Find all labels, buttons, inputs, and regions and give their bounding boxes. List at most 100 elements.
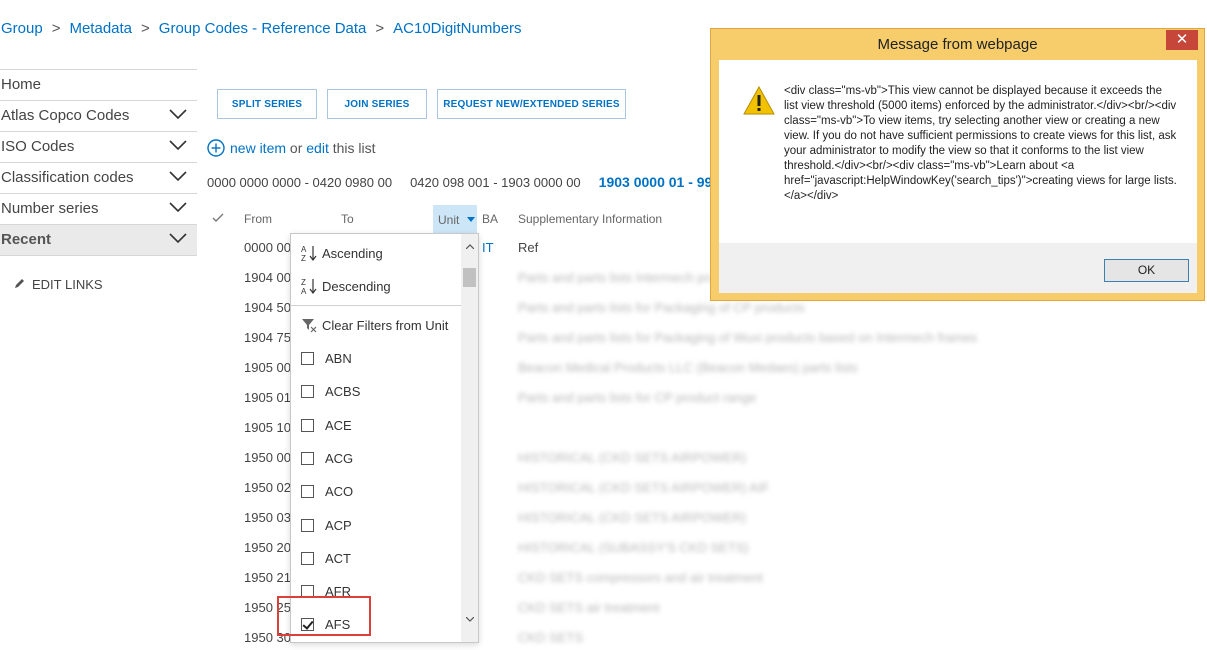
filter-option-label: ACE — [325, 417, 352, 433]
dropdown-scrollbar[interactable] — [461, 234, 478, 642]
filter-option-acbs[interactable]: ACBS — [301, 384, 360, 404]
row-ba-cell: IT — [482, 240, 494, 255]
nav-item-label: Home — [1, 76, 42, 93]
close-button[interactable]: ✕ — [1166, 30, 1198, 50]
column-header-ba[interactable]: BA — [482, 212, 498, 226]
filter-option-acp[interactable]: ACP — [301, 518, 352, 538]
chevron-down-icon[interactable] — [169, 138, 187, 152]
nav-item-atlas-copco-codes[interactable]: Atlas Copco Codes — [0, 101, 197, 132]
nav-item-label: Number series — [1, 200, 99, 217]
nav-item-label: Recent — [1, 231, 52, 248]
breadcrumb-separator: > — [51, 20, 61, 37]
nav-item-iso-codes[interactable]: ISO Codes — [0, 132, 197, 163]
ok-button[interactable]: OK — [1104, 259, 1189, 282]
column-header-unit[interactable]: Unit — [433, 205, 477, 233]
checkbox[interactable] — [301, 485, 314, 499]
nav-item-recent[interactable]: Recent — [0, 225, 197, 256]
series-view-2[interactable]: 0420 098 001 - 1903 0000 00 — [410, 175, 581, 190]
clear-filters-item[interactable]: Clear Filters from Unit — [301, 316, 448, 336]
warning-icon — [743, 86, 775, 115]
breadcrumb: Group > Metadata > Group Codes - Reference D… — [1, 20, 522, 37]
chevron-down-icon[interactable] — [169, 169, 187, 183]
filter-option-act[interactable]: ACT — [301, 551, 351, 571]
row-supplementary-cell: Parts and parts lists for Packaging of W… — [518, 330, 978, 345]
scroll-down-arrow-icon[interactable] — [466, 617, 474, 622]
filter-option-ace[interactable]: ACE — [301, 418, 352, 438]
message-dialog: Message from webpage ✕ <div class="ms-vb… — [710, 28, 1205, 301]
checkbox[interactable] — [301, 352, 314, 365]
series-view-1[interactable]: 0000 0000 0000 - 0420 0980 00 — [207, 175, 392, 190]
row-supplementary-cell: CKD SETS compressors and air treatment — [518, 570, 763, 585]
checkbox[interactable] — [301, 518, 314, 532]
checkbox[interactable] — [301, 418, 314, 432]
request-series-button[interactable]: REQUEST NEW/EXTENDED SERIES — [437, 89, 626, 119]
row-supplementary-cell: HISTORICAL (CKD SETS AIRPOWER) — [518, 450, 747, 465]
svg-text:Z: Z — [301, 254, 306, 262]
nav-item-label: Atlas Copco Codes — [1, 107, 130, 124]
sort-ascending-icon: AZ — [301, 245, 317, 262]
row-supplementary-cell: Parts and parts lists Intermech pro — [518, 270, 716, 285]
filter-option-aco[interactable]: ACO — [301, 484, 353, 504]
svg-text:Z: Z — [301, 278, 306, 287]
sort-descending-icon: ZA — [301, 278, 317, 295]
column-header-unit-label: Unit — [438, 213, 460, 227]
row-supplementary-cell: CKD SETS — [518, 630, 584, 645]
new-item-link[interactable]: new item — [230, 140, 286, 156]
chevron-down-icon[interactable] — [169, 107, 187, 121]
column-header-supplementary[interactable]: Supplementary Information — [518, 212, 662, 226]
nav-item-label: Classification codes — [1, 169, 134, 186]
scroll-up-arrow-icon[interactable] — [466, 244, 474, 249]
breadcrumb-metadata[interactable]: Metadata — [69, 20, 132, 37]
clear-filter-icon — [302, 319, 317, 333]
nav-item-number-series[interactable]: Number series — [0, 194, 197, 225]
row-supplementary-cell: HISTORICAL (CKD SETS AIRPOWER) — [518, 510, 747, 525]
sort-descending-item[interactable]: Z A Descending — [301, 277, 391, 297]
dropdown-arrow-icon[interactable] — [467, 217, 475, 222]
breadcrumb-current-list[interactable]: AC10DigitNumbers — [393, 20, 521, 37]
left-navigation: Home Atlas Copco Codes ISO Codes Classif… — [0, 69, 197, 256]
nav-item-classification-codes[interactable]: Classification codes — [0, 163, 197, 194]
breadcrumb-group-codes[interactable]: Group Codes - Reference Data — [159, 20, 367, 37]
filter-option-label: ACG — [325, 450, 354, 466]
series-views: 0000 0000 0000 - 0420 0980 00 0420 098 00… — [207, 174, 738, 190]
filter-option-label: ACO — [325, 484, 354, 500]
scrollbar-thumb[interactable] — [463, 268, 476, 287]
breadcrumb-group[interactable]: Group — [1, 20, 43, 37]
column-header-to[interactable]: To — [341, 212, 354, 226]
highlight-annotation — [277, 596, 371, 636]
checkbox[interactable] — [301, 451, 314, 465]
chevron-down-icon[interactable] — [169, 231, 187, 245]
row-supplementary-cell: Parts and parts lists for CP product ran… — [518, 390, 757, 405]
series-view-3-selected[interactable]: 1903 0000 01 - 999 — [599, 174, 720, 190]
edit-links[interactable]: EDIT LINKS — [13, 277, 103, 292]
filter-option-acg[interactable]: ACG — [301, 451, 353, 471]
nav-item-label: ISO Codes — [1, 138, 75, 155]
breadcrumb-separator: > — [375, 20, 385, 37]
checkbox[interactable] — [301, 385, 314, 399]
split-series-button[interactable]: SPLIT SERIES — [217, 89, 317, 119]
select-all-checkmark-icon[interactable] — [212, 213, 224, 223]
chevron-down-icon[interactable] — [169, 200, 187, 214]
nav-item-home[interactable]: Home — [0, 70, 197, 101]
filter-option-abn[interactable]: ABN — [301, 351, 352, 371]
add-circle-icon[interactable] — [207, 139, 225, 157]
dialog-title: Message from webpage — [877, 36, 1038, 53]
column-header-from[interactable]: From — [244, 212, 272, 226]
unit-filter-dropdown: A Z Ascending Z A Descending Clear Filters f… — [290, 233, 479, 643]
this-list-text: this list — [332, 140, 376, 156]
svg-text:A: A — [301, 245, 307, 254]
join-series-button[interactable]: JOIN SERIES — [327, 89, 427, 119]
checkbox[interactable] — [301, 551, 314, 565]
row-supplementary-cell: CKD SETS air treatment — [518, 600, 660, 615]
edit-list-link[interactable]: edit — [306, 140, 329, 156]
row-supplementary-cell: HISTORICAL (CKD SETS AIRPOWER) AIF — [518, 480, 770, 495]
dialog-body: <div class="ms-vb">This view cannot be d… — [719, 60, 1197, 243]
filter-option-label: ACBS — [325, 384, 361, 400]
sort-ascending-label: Ascending — [322, 246, 383, 261]
row-supplementary-cell: Ref — [518, 240, 539, 255]
or-text: or — [289, 140, 303, 156]
filter-option-label: ACT — [325, 550, 351, 566]
svg-text:A: A — [301, 287, 307, 295]
sort-ascending-item[interactable]: A Z Ascending — [301, 244, 383, 264]
edit-links-label: EDIT LINKS — [32, 277, 103, 292]
